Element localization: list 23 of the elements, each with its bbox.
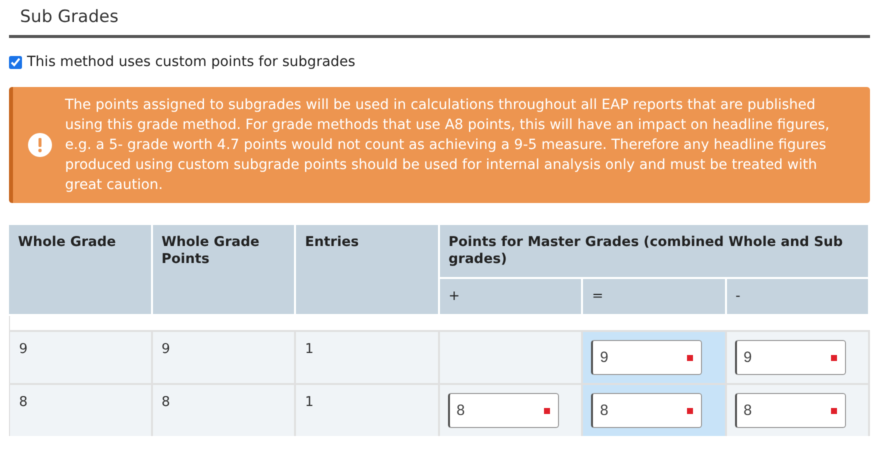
table-cell: 9 — [9, 330, 152, 383]
checkbox-label: This method uses custom points for subgrades — [27, 54, 356, 70]
section-title: Sub Grades — [20, 7, 118, 27]
input-field[interactable]: 9 — [591, 340, 702, 375]
column-header: Whole Grade Points — [152, 225, 296, 316]
column-header: Entries — [296, 225, 440, 316]
table-cell: 8 — [152, 383, 296, 436]
input-field[interactable]: 8 — [448, 393, 558, 428]
table-cell: 1 — [296, 330, 440, 383]
input-field[interactable]: 8 — [734, 393, 846, 428]
table-cell: 8 — [9, 383, 152, 436]
column-header: Points for Master Grades (combined Whole and Sub grades) — [440, 225, 870, 279]
exclamation-icon — [28, 133, 52, 157]
checkbox[interactable] — [9, 56, 22, 68]
column-header: Whole Grade — [9, 225, 152, 316]
column-header: = — [583, 279, 726, 316]
warning-text: The points assigned to subgrades will be used in calculations throughout all EAP reports that are published using this grade method. For grade methods that use A8 points, this will have an impact on headline figures, e.g. a 5- grade worth 4.7 points would not count as achieving a 9-5 measure. Therefore any headline figures produced using custom subgrade points should be used for internal analysis only and must be treated with great caution. — [65, 96, 830, 195]
table-cell: 1 — [296, 383, 440, 436]
column-header: + — [440, 279, 583, 316]
table-cell: 9 — [152, 330, 296, 383]
column-header: - — [726, 279, 870, 316]
input-field[interactable]: 9 — [734, 340, 846, 375]
input-field[interactable]: 8 — [591, 393, 702, 428]
